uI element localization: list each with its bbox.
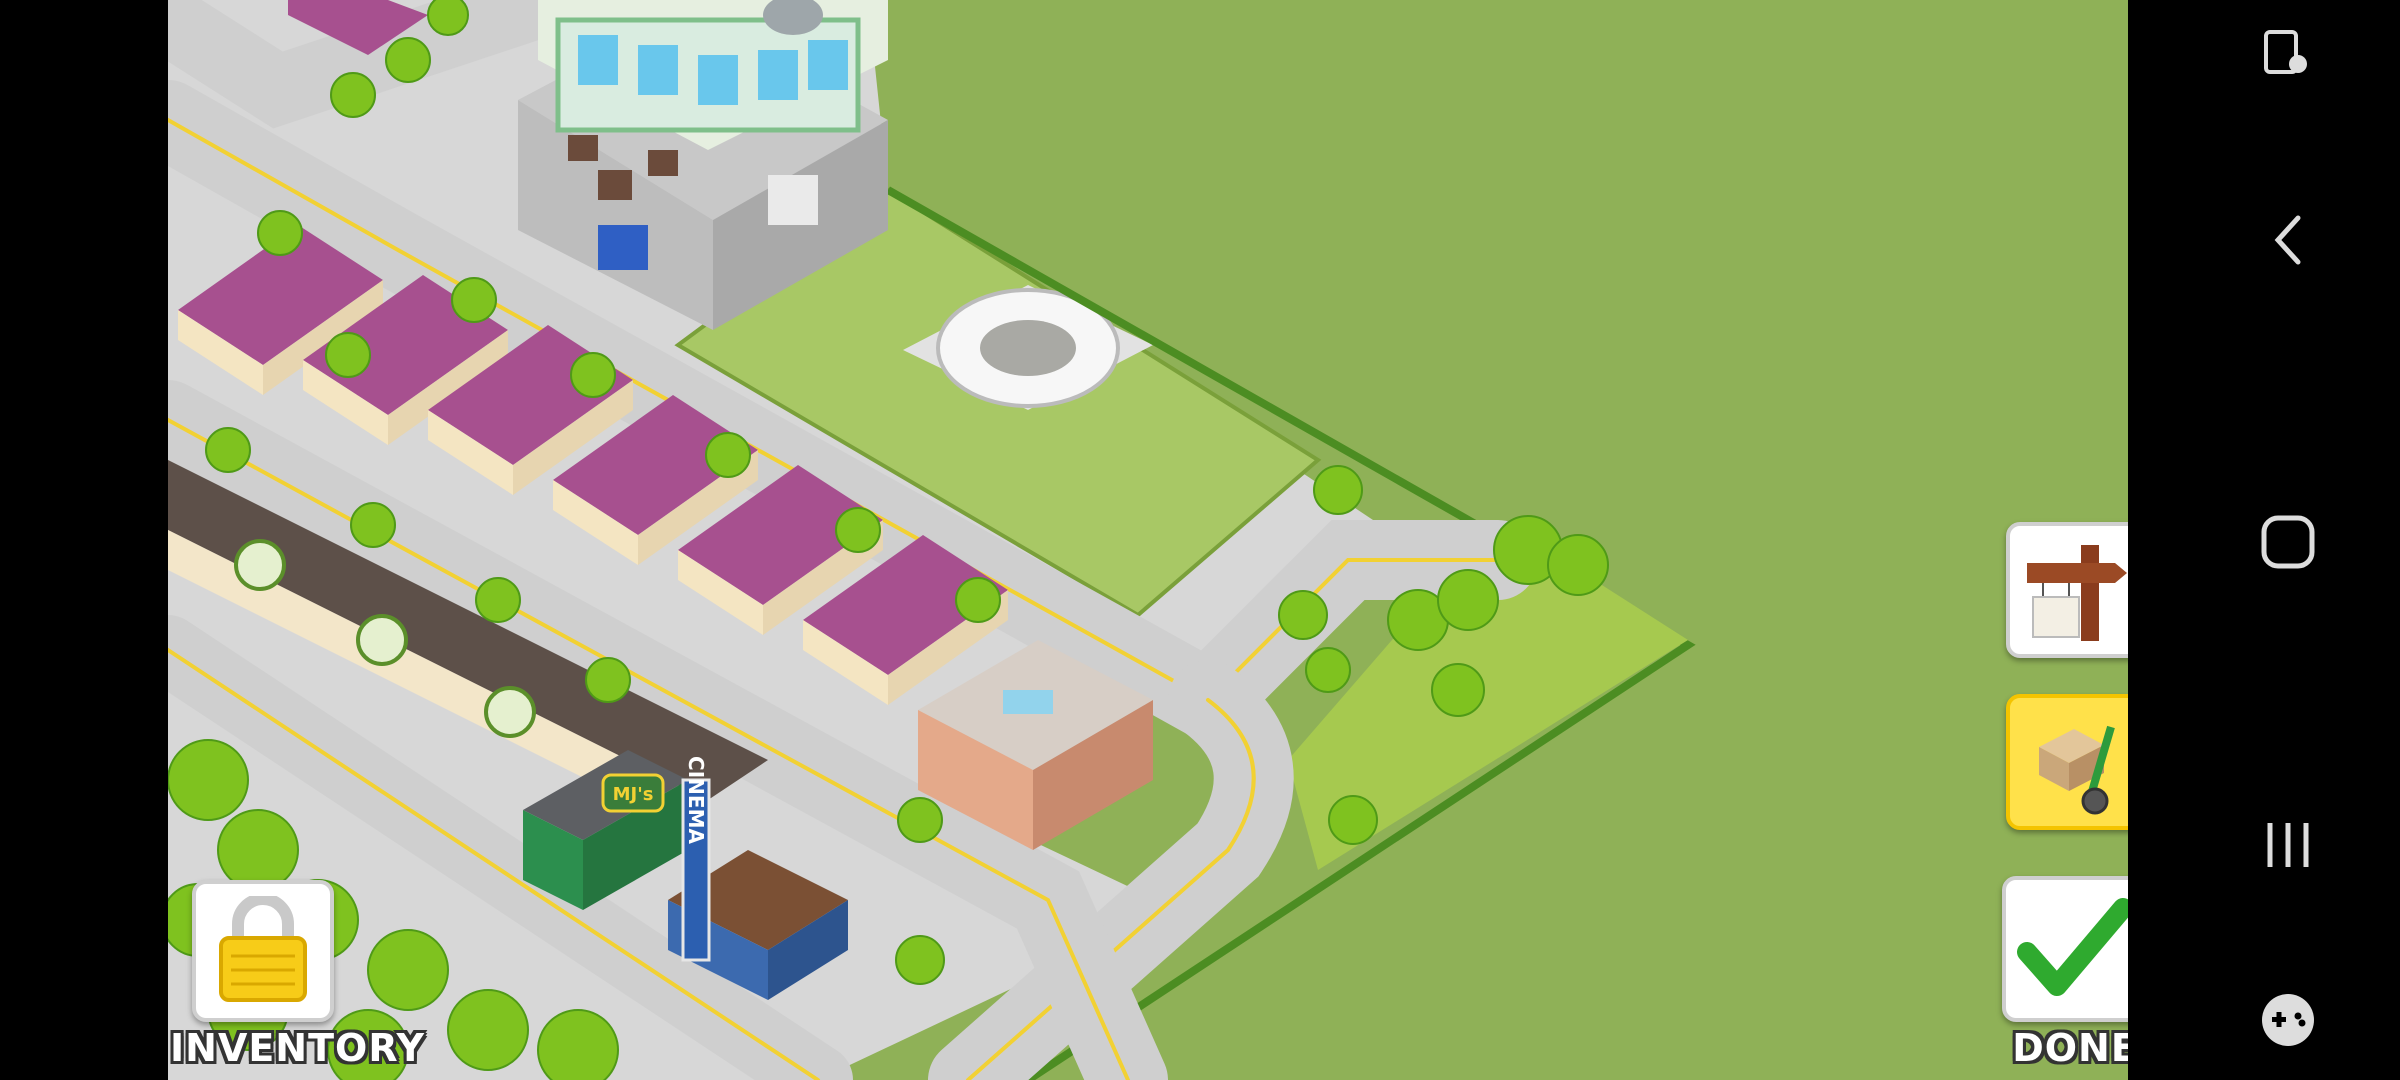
inventory-label: INVENTORY [170,1026,426,1070]
done-button[interactable] [2002,876,2128,1022]
signpost-tool-button[interactable] [2006,522,2128,658]
home-icon [2261,515,2315,569]
screenshot-touch-icon [2264,30,2307,74]
inventory-button[interactable] [192,880,334,1022]
done-label: DONE [2012,1026,2128,1070]
back-button[interactable] [2176,210,2400,270]
game-controller-icon [2262,994,2314,1046]
recents-icon [2267,823,2309,867]
recents-button[interactable] [2176,815,2400,875]
back-icon [2274,215,2301,265]
game-tools-button[interactable] [2176,990,2400,1050]
cinema-sign: CINEMA [684,756,708,844]
move-tool-button[interactable] [2006,694,2128,830]
hand-truck-box-icon [2039,725,2115,815]
checkmark-icon [2017,898,2128,996]
screenshot-touch-button[interactable] [2176,24,2400,84]
signpost-icon [2027,545,2127,641]
game-viewport[interactable]: MJ's CINEMA INVENTORY DONE [168,0,2128,1080]
home-button[interactable] [2176,512,2400,572]
padlock-icon [219,896,307,1002]
diner-sign: MJ's [613,784,654,805]
city-map[interactable]: MJ's CINEMA [168,0,2128,1080]
system-navigation-bar [2176,0,2400,1080]
